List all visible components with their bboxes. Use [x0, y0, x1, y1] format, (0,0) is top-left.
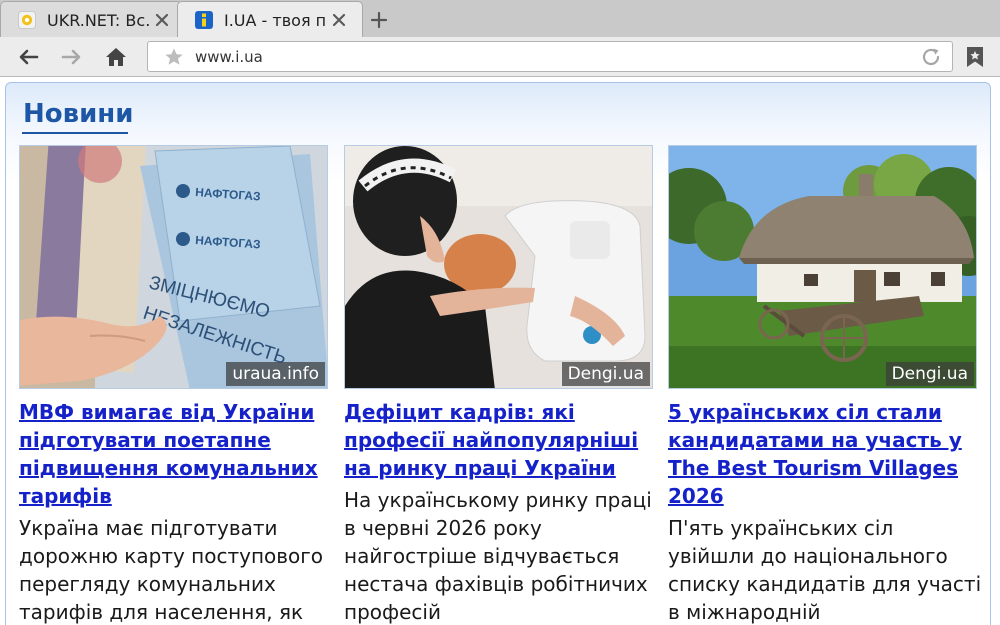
tab-title: UKR.NET: Вс…: [47, 11, 149, 30]
section-underline: [22, 132, 128, 134]
iua-favicon-icon: [195, 11, 213, 29]
image-source-label: Dengi.ua: [561, 362, 650, 386]
news-summary: Україна має підготувати дорожню карту по…: [19, 516, 324, 624]
news-headline-link[interactable]: МВФ вимагає від України підготувати поет…: [19, 398, 334, 510]
close-tab-icon[interactable]: [330, 11, 348, 29]
tab-ukrnet[interactable]: UKR.NET: Вс…: [0, 1, 182, 37]
page-content: Новини НАФТОГАЗ НАФТОГАЗ ЗМІЦНЮЄМО НЕЗАЛ…: [0, 78, 1000, 625]
url-text: www.i.ua: [195, 48, 263, 66]
news-headline-link[interactable]: Дефіцит кадрів: які професії найпопулярн…: [344, 398, 659, 482]
forward-icon[interactable]: [60, 45, 84, 69]
home-icon[interactable]: [104, 45, 128, 69]
tab-title: I.UA - твоя п…: [224, 11, 326, 30]
back-icon[interactable]: [16, 45, 40, 69]
image-source-label: Dengi.ua: [885, 362, 974, 386]
bookmarks-icon[interactable]: [964, 45, 986, 69]
close-tab-icon[interactable]: [153, 11, 171, 29]
news-image[interactable]: НАФТОГАЗ НАФТОГАЗ ЗМІЦНЮЄМО НЕЗАЛЕЖНІСТЬ…: [19, 145, 328, 389]
tab-strip: UKR.NET: Вс… I.UA - твоя п…: [0, 0, 1000, 37]
news-summary: На українському ринку праці в червні 202…: [344, 488, 652, 624]
new-tab-icon[interactable]: [366, 7, 392, 33]
address-bar[interactable]: www.i.ua: [147, 41, 953, 72]
section-title: Новини: [23, 99, 134, 129]
tab-iua[interactable]: I.UA - твоя п…: [177, 1, 363, 37]
reload-icon[interactable]: [920, 46, 942, 68]
news-image[interactable]: Dengi.ua: [344, 145, 653, 389]
browser-toolbar: www.i.ua: [0, 37, 1000, 77]
news-image[interactable]: Dengi.ua: [668, 145, 977, 389]
news-headline-link[interactable]: 5 українських сіл стали кандидатами на у…: [668, 398, 983, 510]
ukrnet-favicon-icon: [18, 11, 36, 29]
bookmark-star-icon[interactable]: [164, 47, 184, 67]
image-source-label: uraua.info: [226, 362, 325, 386]
news-summary: П'ять українських сіл увійшли до націона…: [668, 516, 982, 624]
news-panel: Новини НАФТОГАЗ НАФТОГАЗ ЗМІЦНЮЄМО НЕЗАЛ…: [5, 82, 991, 625]
